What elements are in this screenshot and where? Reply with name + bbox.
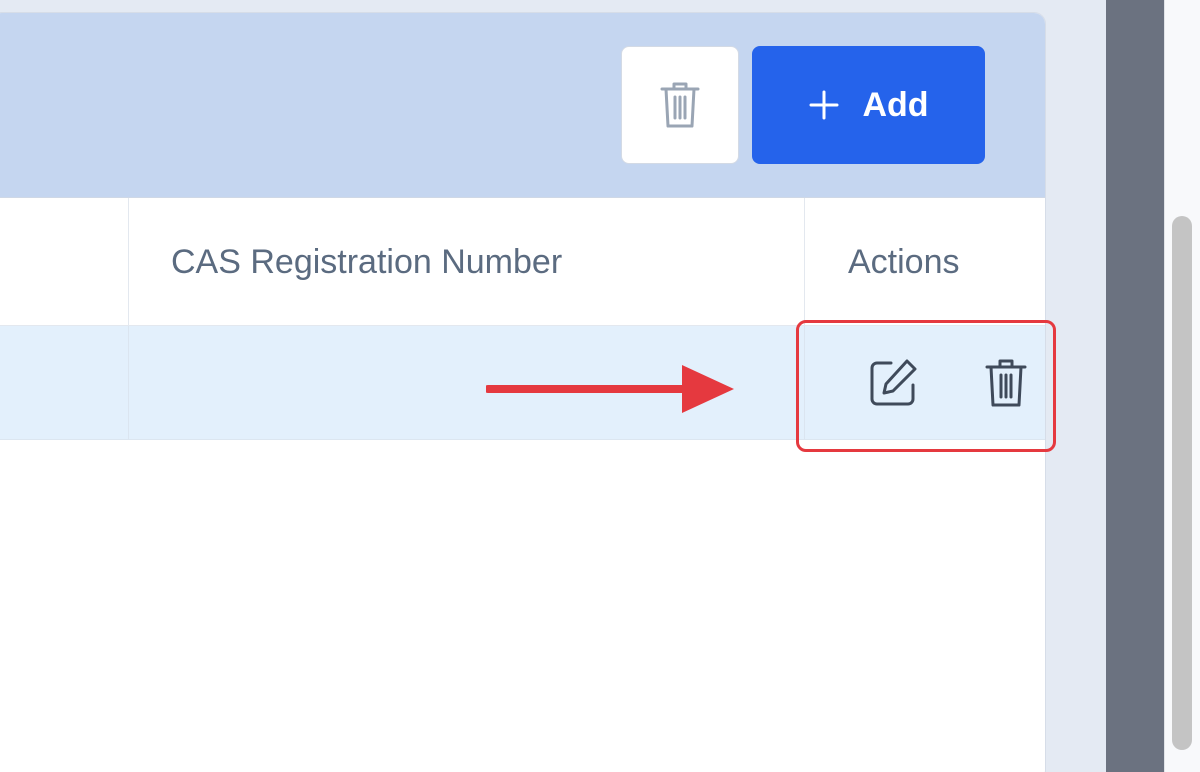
column-header-actions: Actions — [848, 242, 960, 281]
scrollbar-thumb[interactable] — [1172, 216, 1192, 750]
plus-icon — [809, 90, 839, 120]
column-divider — [128, 198, 129, 326]
table-toolbar: Add — [0, 13, 1045, 198]
add-button[interactable]: Add — [752, 46, 985, 164]
trash-icon — [660, 82, 700, 128]
add-button-label: Add — [862, 85, 929, 124]
column-divider — [804, 198, 805, 326]
column-header-cas-registration-number[interactable]: CAS Registration Number — [171, 198, 562, 326]
pointer-arrow — [486, 365, 734, 413]
column-divider — [128, 326, 129, 440]
bulk-delete-button[interactable] — [621, 46, 739, 164]
table-header-row: CAS Registration Number Actions — [0, 198, 1045, 326]
highlight-box — [796, 320, 1056, 452]
side-panel — [1106, 0, 1164, 772]
